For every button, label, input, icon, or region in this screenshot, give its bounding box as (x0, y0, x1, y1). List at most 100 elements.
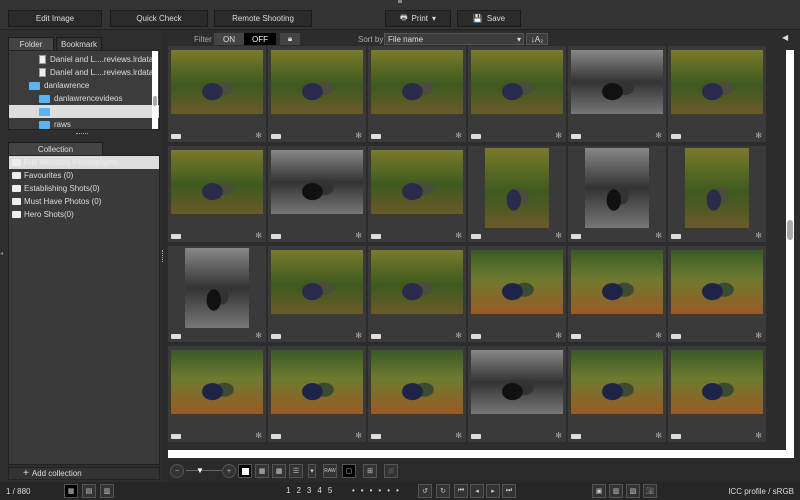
edit-mark-icon: ✻ (555, 131, 562, 140)
thumbnail[interactable]: ✻ (168, 46, 266, 142)
thumbnail[interactable]: ✻ (568, 146, 666, 242)
medium-thumbnail-icon[interactable]: ▦ (255, 464, 269, 478)
thumbnail[interactable]: ✻ (168, 346, 266, 442)
collection-item[interactable]: Establishing Shots(0) (9, 182, 159, 195)
thumbnail[interactable]: ✻ (368, 346, 466, 442)
thumbnail-image (571, 350, 663, 414)
top-toolbar: Edit Image Quick Check Remote Shooting 🖶… (0, 0, 800, 30)
thumbnail[interactable]: ✻ (668, 246, 766, 342)
lock-button[interactable]: 🔒︎ (280, 33, 300, 45)
collapse-panel-icon[interactable]: ◀ (782, 33, 788, 42)
raw-badge-icon (271, 434, 281, 439)
thumbnail[interactable]: ✻ (468, 246, 566, 342)
compare-icon[interactable]: ⊞ (384, 464, 398, 478)
thumbnail[interactable]: ✻ (468, 346, 566, 442)
tree-item-folder-selected[interactable] (9, 105, 159, 118)
grid-scrollbar[interactable] (786, 50, 794, 450)
list-view-icon[interactable]: ☰ (289, 464, 303, 478)
edit-mark-icon: ✻ (255, 231, 262, 240)
collapse-handle[interactable] (398, 0, 402, 3)
rating-5[interactable]: 5 (328, 486, 332, 495)
thumbnail-size-slider[interactable]: ▼ (186, 466, 226, 475)
raw-badge-icon (471, 334, 481, 339)
tree-item-file[interactable]: Daniel and L....reviews.lrdata (9, 53, 159, 66)
previous-icon[interactable]: ◂ (470, 484, 484, 498)
thumbnail[interactable]: ✻ (568, 246, 666, 342)
raw-badge-icon (271, 234, 281, 239)
rotate-left-icon[interactable]: ↺ (418, 484, 432, 498)
thumbnail[interactable]: ✻ (568, 346, 666, 442)
zoom-in-icon[interactable]: + (222, 464, 236, 478)
view-dropdown-icon[interactable]: ▾ (308, 464, 316, 478)
collection-item[interactable]: Hero Shots(0) (9, 208, 159, 221)
camera-icon[interactable]: 📷︎ (643, 484, 657, 498)
tab-folder[interactable]: Folder (8, 37, 54, 51)
thumbnail[interactable]: ✻ (668, 46, 766, 142)
thumbnail[interactable]: ✻ (168, 246, 266, 342)
tree-item-file[interactable]: Daniel and L....reviews.lrdata (9, 66, 159, 79)
thumbnail[interactable]: ✻ (468, 46, 566, 142)
thumbnail[interactable]: ✻ (468, 146, 566, 242)
tree-item-folder[interactable]: danlawrencevideos (9, 92, 159, 105)
small-thumbnail-icon[interactable]: ▦ (272, 464, 286, 478)
frame-icon[interactable]: ▢ (342, 464, 356, 478)
panel-splitter[interactable] (162, 250, 165, 262)
thumbnail[interactable]: ✻ (668, 346, 766, 442)
thumbnail[interactable]: ✻ (268, 46, 366, 142)
thumbnail[interactable]: ✻ (368, 46, 466, 142)
filmstrip-h-icon[interactable]: ▤ (82, 484, 96, 498)
sort-select[interactable]: File name ▾ (384, 33, 524, 45)
thumbnail-image (371, 150, 463, 214)
thumbnail[interactable]: ✻ (668, 146, 766, 242)
splitter-handle[interactable] (76, 133, 88, 135)
tree-scrollbar[interactable] (152, 51, 158, 129)
last-icon[interactable]: ⏭ (502, 484, 516, 498)
collection-item-selected[interactable]: Full Wedding Photographs (9, 156, 159, 169)
zoom-out-icon[interactable]: − (170, 464, 184, 478)
color-label-dots[interactable]: •••••• (352, 486, 405, 495)
rating-3[interactable]: 3 (307, 486, 311, 495)
metadata-icon[interactable]: ▧ (626, 484, 640, 498)
thumbnail[interactable]: ✻ (368, 146, 466, 242)
collection-item[interactable]: Favourites (0) (9, 169, 159, 182)
thumbnail[interactable]: ✻ (268, 346, 366, 442)
edit-mark-icon: ✻ (655, 131, 662, 140)
rating-2[interactable]: 2 (296, 486, 300, 495)
horizontal-scrollbar[interactable] (168, 450, 794, 458)
edit-image-button[interactable]: Edit Image (8, 10, 102, 27)
filter-off-button[interactable]: OFF (244, 33, 276, 45)
tree-item-folder[interactable]: raws (9, 118, 159, 129)
tab-collection[interactable]: Collection (8, 142, 103, 156)
rating-4[interactable]: 4 (317, 486, 321, 495)
collection-icon (12, 172, 21, 179)
folder-icon (29, 81, 40, 90)
thumbnail[interactable]: ✻ (168, 146, 266, 242)
quick-check-button[interactable]: Quick Check (110, 10, 208, 27)
sort-order-button[interactable]: ↓A₂ (526, 33, 548, 45)
thumbnail[interactable]: ✻ (368, 246, 466, 342)
first-icon[interactable]: ⏮ (454, 484, 468, 498)
print-button[interactable]: 🖶 Print ▾ (385, 10, 451, 27)
thumbnail[interactable]: ✻ (568, 46, 666, 142)
large-thumbnail-icon[interactable] (238, 464, 252, 478)
filter-on-button[interactable]: ON (214, 33, 244, 45)
collection-item[interactable]: Must Have Photos (0) (9, 195, 159, 208)
thumbnail[interactable]: ✻ (268, 246, 366, 342)
tab-bookmark[interactable]: Bookmark (56, 37, 102, 51)
filmstrip-v-icon[interactable]: ▥ (100, 484, 114, 498)
grid-view-icon[interactable]: ⊞ (363, 464, 377, 478)
save-button[interactable]: 💾 Save (457, 10, 521, 27)
info-palette-icon[interactable]: ▣ (592, 484, 606, 498)
rotate-right-icon[interactable]: ↻ (436, 484, 450, 498)
collapse-left-icon[interactable]: ◂ (0, 250, 3, 257)
raw-badge-icon (371, 234, 381, 239)
raw-jpg-icon[interactable]: RAW (323, 464, 337, 478)
add-collection-button[interactable]: + Add collection (8, 467, 160, 480)
thumbnail[interactable]: ✻ (268, 146, 366, 242)
tree-item-folder[interactable]: danlawrence (9, 79, 159, 92)
grid-layout-icon[interactable]: ▦ (64, 484, 78, 498)
remote-shooting-button[interactable]: Remote Shooting (214, 10, 312, 27)
rating-1[interactable]: 1 (286, 486, 290, 495)
next-icon[interactable]: ▸ (486, 484, 500, 498)
histogram-icon[interactable]: ▥ (609, 484, 623, 498)
